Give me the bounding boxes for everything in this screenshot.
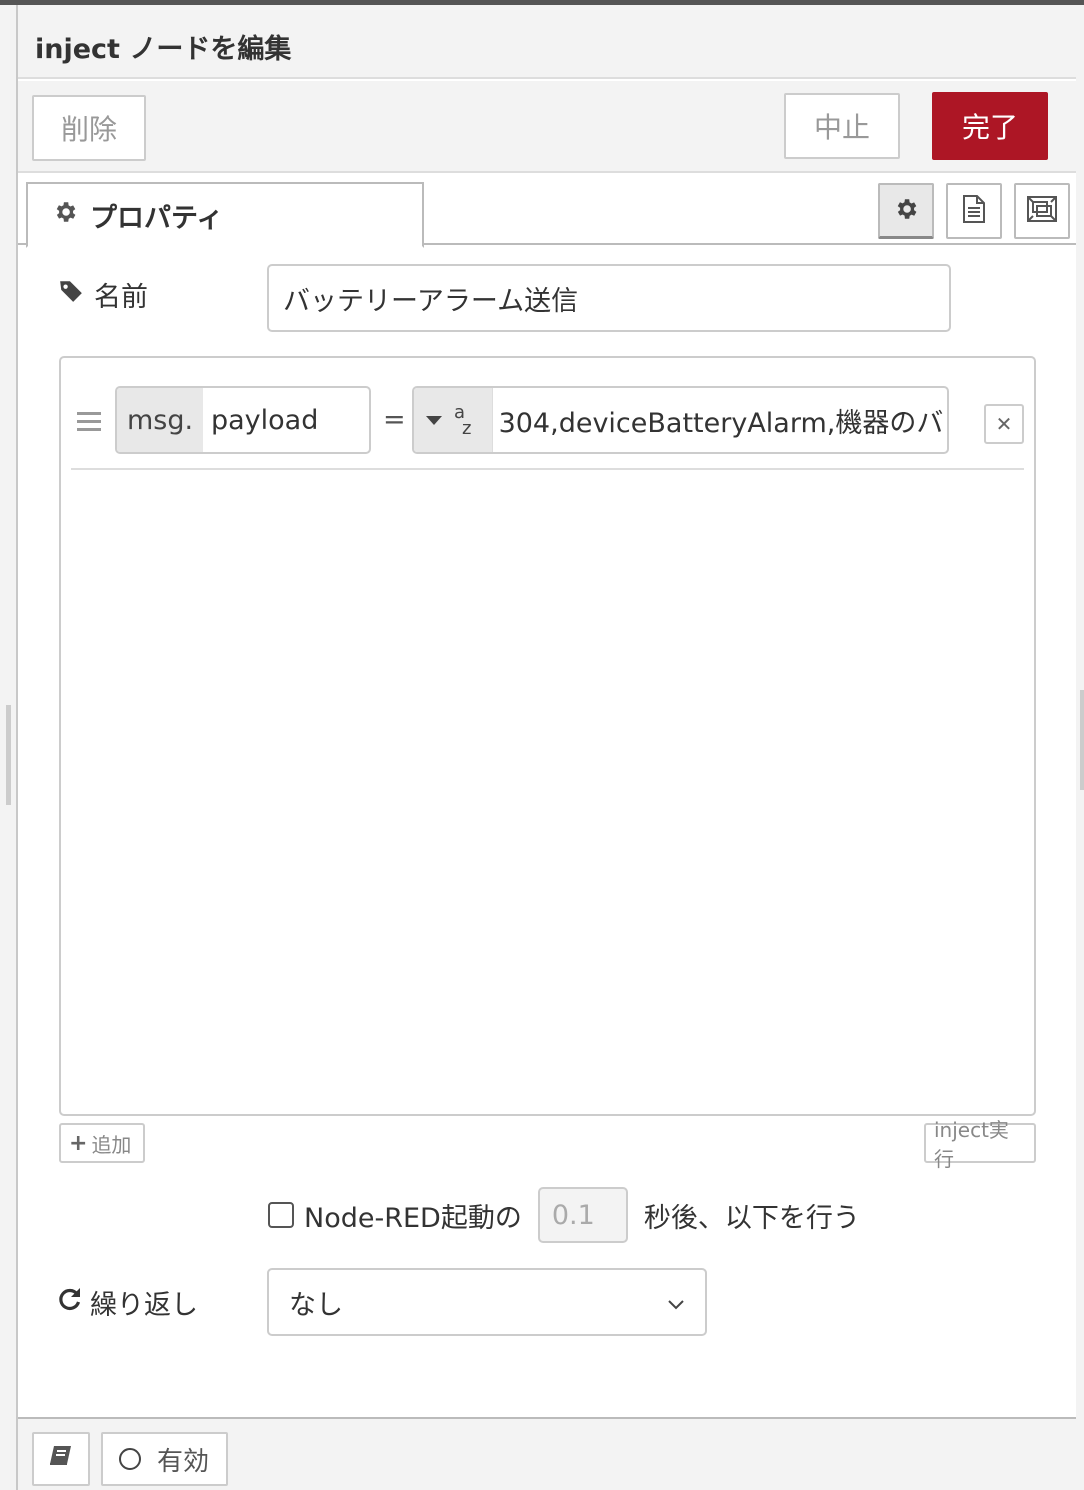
add-property-label: 追加 bbox=[91, 1132, 132, 1157]
tab-bar: プロパティ bbox=[18, 175, 1076, 248]
startup-checkbox[interactable] bbox=[268, 1202, 294, 1228]
property-name-input[interactable]: payload bbox=[203, 388, 318, 452]
name-label-text: 名前 bbox=[94, 282, 148, 313]
chevron-down-icon bbox=[667, 1287, 685, 1318]
delete-button[interactable]: 削除 bbox=[32, 95, 146, 161]
caret-down-icon bbox=[426, 415, 442, 425]
startup-delay-input[interactable]: 0.1 bbox=[537, 1187, 628, 1243]
document-icon bbox=[961, 194, 987, 228]
enabled-label: 有効 bbox=[157, 1446, 210, 1477]
startup-row: Node-RED起動の 0.1 秒後、以下を行う bbox=[268, 1187, 860, 1243]
edit-tray: inject ノードを編集 削除 中止 完了 プロパティ 名前 バッテリーアラー… bbox=[18, 5, 1076, 1490]
name-label: 名前 bbox=[58, 275, 148, 314]
resize-grip-left[interactable] bbox=[6, 705, 11, 805]
msg-prefix: msg. bbox=[117, 388, 203, 452]
tray-footer: 有効 bbox=[18, 1417, 1076, 1490]
book-icon bbox=[48, 1444, 74, 1475]
workspace-edge bbox=[0, 5, 18, 1490]
tab-settings[interactable] bbox=[878, 183, 934, 239]
tray-toolbar: 削除 中止 完了 bbox=[18, 81, 1076, 173]
repeat-label-text: 繰り返し bbox=[90, 1290, 198, 1321]
circle-icon bbox=[119, 1448, 141, 1470]
string-type-icon: a z bbox=[454, 402, 472, 439]
gear-icon bbox=[893, 196, 919, 226]
enabled-toggle[interactable]: 有効 bbox=[101, 1432, 228, 1486]
property-value-field[interactable]: a z 304,deviceBatteryAlarm,機器のバッ bbox=[412, 386, 949, 454]
cancel-button[interactable]: 中止 bbox=[784, 93, 900, 159]
drag-handle-icon[interactable] bbox=[77, 412, 101, 432]
tab-properties-label: プロパティ bbox=[90, 202, 224, 234]
repeat-selected-value: なし bbox=[289, 1289, 343, 1321]
add-property-button[interactable]: + 追加 bbox=[59, 1123, 145, 1163]
property-list: msg. payload = a z 304,deviceBatteryAlar… bbox=[59, 356, 1036, 1116]
property-name-field[interactable]: msg. payload bbox=[115, 386, 371, 454]
tab-properties[interactable]: プロパティ bbox=[26, 182, 424, 248]
resize-grip-right[interactable] bbox=[1080, 690, 1084, 790]
repeat-icon bbox=[58, 1286, 90, 1319]
remove-property-button[interactable]: ✕ bbox=[984, 404, 1024, 444]
tray-header: inject ノードを編集 bbox=[18, 5, 1076, 79]
value-type-select[interactable]: a z bbox=[414, 388, 493, 452]
tray-title: inject ノードを編集 bbox=[35, 34, 292, 65]
equals-sign: = bbox=[383, 404, 406, 435]
close-icon: ✕ bbox=[995, 412, 1013, 436]
frame-icon bbox=[1026, 195, 1058, 227]
tab-appearance[interactable] bbox=[1014, 183, 1070, 239]
repeat-select[interactable]: なし bbox=[267, 1268, 707, 1336]
startup-suffix: 秒後、以下を行う bbox=[643, 1202, 860, 1234]
gear-icon bbox=[52, 199, 78, 232]
property-row: msg. payload = a z 304,deviceBatteryAlar… bbox=[71, 378, 1024, 470]
name-input[interactable]: バッテリーアラーム送信 bbox=[267, 264, 951, 332]
startup-label: Node-RED起動の bbox=[304, 1202, 522, 1234]
tab-description[interactable] bbox=[946, 183, 1002, 239]
help-button[interactable] bbox=[32, 1432, 90, 1486]
inject-now-button[interactable]: inject実行 bbox=[924, 1118, 1036, 1171]
repeat-label: 繰り返し bbox=[58, 1283, 198, 1322]
property-value-input[interactable]: 304,deviceBatteryAlarm,機器のバッ bbox=[493, 388, 947, 452]
plus-icon: + bbox=[69, 1130, 88, 1156]
tag-icon bbox=[58, 278, 94, 311]
done-button[interactable]: 完了 bbox=[932, 92, 1048, 160]
